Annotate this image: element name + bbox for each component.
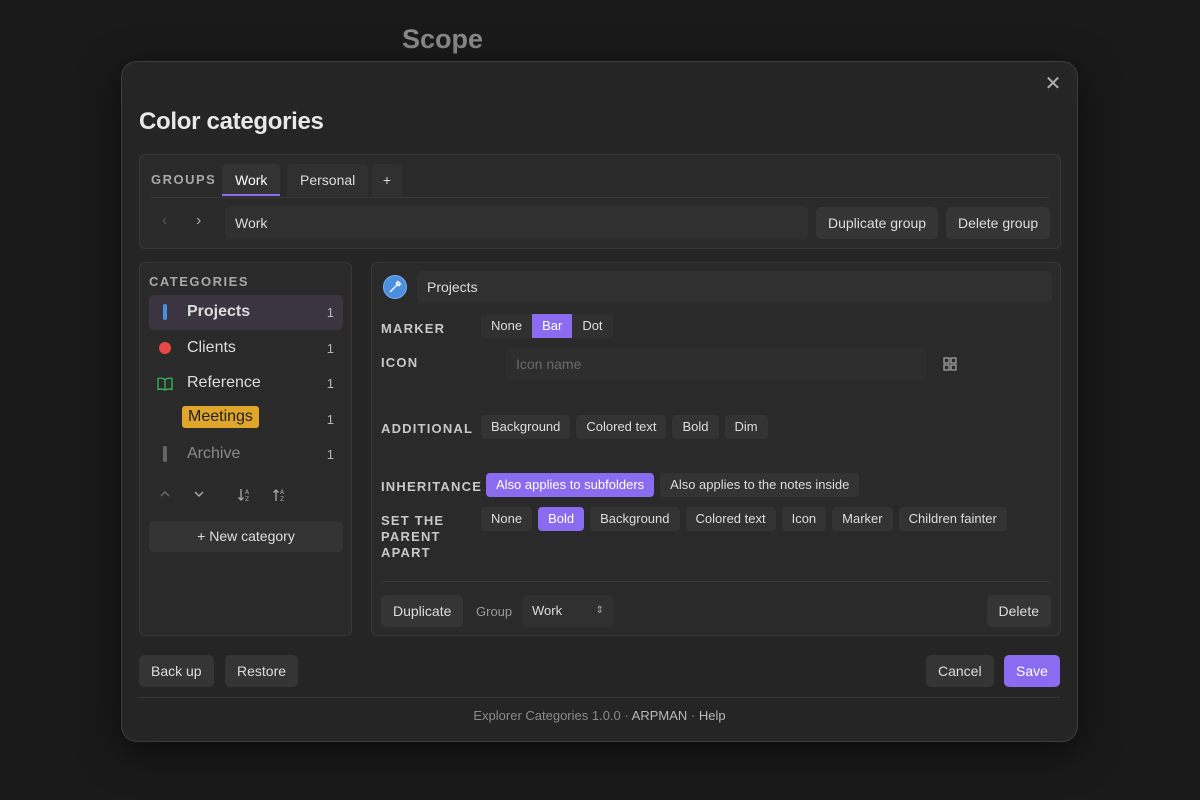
group-name-input[interactable]	[225, 206, 808, 239]
category-name: Meetings	[182, 406, 259, 428]
marker-option-none[interactable]: None	[481, 314, 532, 338]
category-item-clients[interactable]: Clients 1	[149, 331, 343, 366]
book-icon	[157, 377, 173, 391]
groups-divider	[151, 197, 1049, 198]
category-count: 1	[326, 447, 334, 462]
duplicate-group-button[interactable]: Duplicate group	[816, 207, 939, 239]
category-name: Archive	[187, 445, 241, 462]
additional-option-colored-text[interactable]: Colored text	[576, 415, 667, 439]
tab-work[interactable]: Work	[222, 164, 281, 196]
parent-apart-option-colored-text[interactable]: Colored text	[685, 507, 776, 531]
save-button[interactable]: Save	[1004, 655, 1060, 687]
close-icon[interactable]: ✕	[1043, 74, 1063, 94]
chevron-down-icon[interactable]	[193, 487, 205, 503]
marker-segmented-control: None Bar Dot	[481, 314, 613, 338]
category-name: Clients	[187, 339, 236, 356]
back-up-button[interactable]: Back up	[139, 655, 214, 687]
categories-panel: CATEGORIES Projects 1 Clients 1 Referenc…	[139, 262, 352, 636]
svg-text:A: A	[245, 489, 250, 496]
inheritance-options: Also applies to subfolders Also applies …	[486, 473, 860, 497]
delete-group-button[interactable]: Delete group	[946, 207, 1051, 239]
parent-apart-option-background[interactable]: Background	[590, 507, 680, 531]
inheritance-option-subfolders[interactable]: Also applies to subfolders	[486, 473, 655, 497]
new-category-button[interactable]: + New category	[149, 521, 343, 552]
footer: Explorer Categories 1.0.0 · ARPMAN · Hel…	[122, 708, 1077, 723]
category-name: Reference	[187, 374, 261, 391]
detail-divider	[381, 581, 1051, 582]
group-select-value: Work	[532, 603, 563, 618]
duplicate-category-button[interactable]: Duplicate	[381, 595, 464, 627]
footer-author-link[interactable]: ARPMAN	[632, 708, 688, 723]
dot-marker-icon	[159, 342, 171, 354]
chevron-left-icon[interactable]: ‹	[162, 212, 167, 230]
parent-apart-option-none[interactable]: None	[481, 507, 533, 531]
footer-divider	[139, 697, 1060, 698]
footer-help-link[interactable]: Help	[699, 708, 726, 723]
marker-label: MARKER	[381, 321, 446, 336]
svg-text:Z: Z	[245, 496, 249, 503]
chevron-up-icon[interactable]	[159, 487, 171, 503]
categories-label: CATEGORIES	[149, 274, 249, 289]
tab-personal[interactable]: Personal	[287, 164, 369, 196]
restore-button[interactable]: Restore	[225, 655, 299, 687]
add-group-tab[interactable]: +	[372, 164, 402, 196]
parent-apart-option-marker[interactable]: Marker	[832, 507, 893, 531]
chevron-updown-icon: ⇕	[595, 605, 604, 616]
chevron-right-icon[interactable]: ›	[196, 212, 201, 230]
footer-version: Explorer Categories 1.0.0	[473, 708, 621, 723]
additional-option-dim[interactable]: Dim	[724, 415, 768, 439]
category-item-projects[interactable]: Projects 1	[149, 295, 343, 330]
footer-separator: ·	[624, 708, 629, 723]
parent-apart-options: None Bold Background Colored text Icon M…	[481, 507, 1007, 531]
svg-text:Z: Z	[280, 496, 284, 503]
inheritance-label: INHERITANCE	[381, 479, 483, 494]
pipette-icon[interactable]	[383, 275, 407, 299]
category-item-meetings[interactable]: Meetings 1	[149, 402, 343, 437]
category-item-archive[interactable]: Archive 1	[149, 437, 343, 472]
svg-text:A: A	[280, 489, 285, 496]
groups-panel: GROUPS Work Personal + ‹ › Duplicate gro…	[139, 154, 1061, 249]
sort-descending-icon[interactable]: AZ	[272, 487, 288, 506]
delete-category-button[interactable]: Delete	[986, 595, 1051, 627]
additional-option-bold[interactable]: Bold	[672, 415, 719, 439]
marker-option-bar[interactable]: Bar	[532, 314, 573, 338]
additional-options: Background Colored text Bold Dim	[481, 415, 768, 439]
category-detail-panel: MARKER None Bar Dot ICON ADDITIONAL Back…	[371, 262, 1061, 636]
groups-label: GROUPS	[151, 172, 217, 187]
icon-label: ICON	[381, 355, 419, 370]
additional-option-background[interactable]: Background	[481, 415, 571, 439]
parent-apart-option-children-fainter[interactable]: Children fainter	[898, 507, 1007, 531]
category-count: 1	[326, 341, 334, 356]
category-name-input[interactable]	[417, 271, 1052, 303]
parent-apart-option-icon[interactable]: Icon	[781, 507, 827, 531]
bar-marker-icon	[163, 304, 167, 320]
background-page-title: Scope	[402, 24, 484, 54]
sort-ascending-icon[interactable]: AZ	[237, 487, 253, 506]
set-parent-apart-label: SET THE PARENT APART	[381, 513, 445, 560]
color-categories-modal: ✕ Color categories GROUPS Work Personal …	[121, 61, 1078, 742]
footer-separator: ·	[690, 708, 696, 723]
group-select-label: Group	[476, 604, 513, 619]
category-count: 1	[326, 305, 334, 320]
category-item-reference[interactable]: Reference 1	[149, 366, 343, 401]
bar-marker-icon	[163, 446, 167, 462]
inheritance-option-notes-inside[interactable]: Also applies to the notes inside	[660, 473, 860, 497]
category-count: 1	[326, 412, 334, 427]
category-name: Projects	[187, 303, 251, 320]
parent-apart-option-bold[interactable]: Bold	[538, 507, 585, 531]
group-select[interactable]: Work ⇕	[522, 595, 614, 627]
modal-title: Color categories	[139, 108, 324, 135]
cancel-button[interactable]: Cancel	[926, 655, 994, 687]
category-count: 1	[326, 376, 334, 391]
additional-label: ADDITIONAL	[381, 421, 474, 436]
icon-name-input[interactable]	[506, 348, 926, 380]
marker-option-dot[interactable]: Dot	[572, 314, 612, 338]
grid-icon[interactable]	[943, 357, 957, 376]
